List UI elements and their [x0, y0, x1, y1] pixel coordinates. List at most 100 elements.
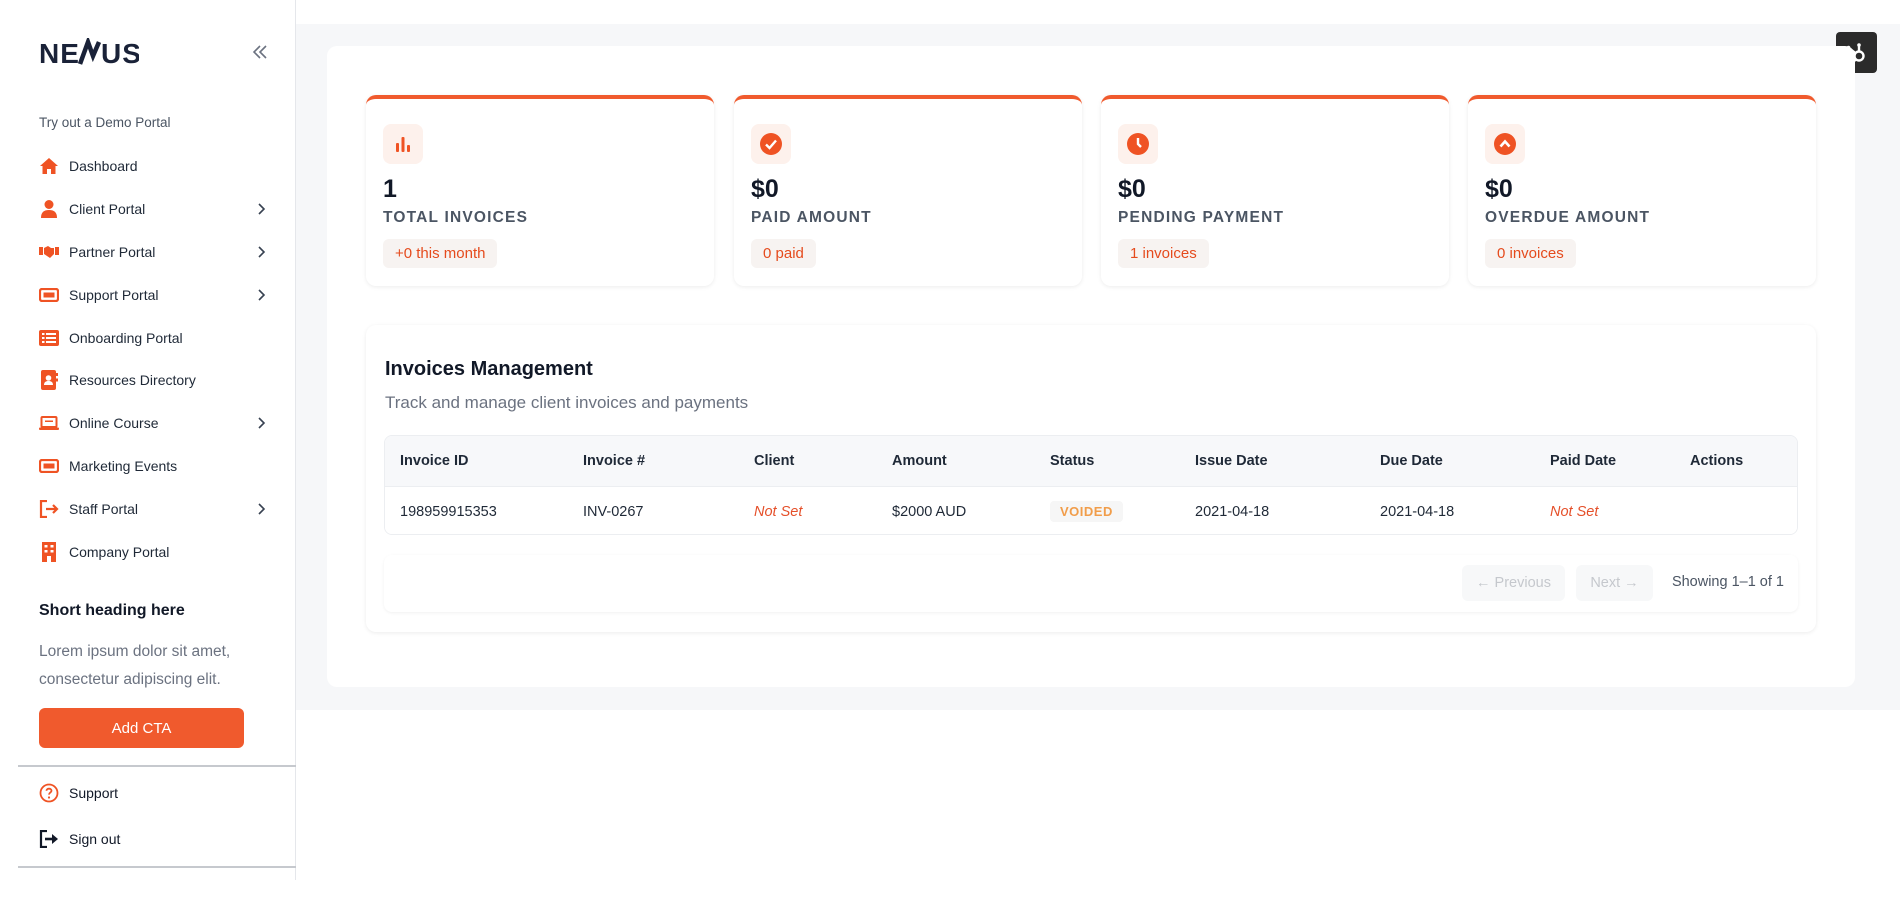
sidebar-item-marketing-events[interactable]: Marketing Events	[39, 445, 269, 488]
check-circle-icon	[751, 124, 791, 164]
support-link[interactable]: Support	[39, 782, 118, 804]
chevron-up-circle-icon	[1485, 124, 1525, 164]
bar-chart-icon	[383, 124, 423, 164]
sidebar-item-company-portal[interactable]: Company Portal	[39, 530, 269, 573]
help-circle-icon	[39, 783, 59, 803]
chevron-right-icon	[253, 201, 269, 217]
pagination: ← Previous Next → Showing 1–1 of 1	[384, 555, 1798, 612]
column-header-issue-date[interactable]: Issue Date	[1195, 453, 1268, 469]
address-book-icon	[39, 370, 59, 391]
stat-label: PENDING PAYMENT	[1118, 209, 1285, 226]
sidebar-item-client-portal[interactable]: Client Portal	[39, 188, 269, 231]
column-header-status[interactable]: Status	[1050, 453, 1094, 469]
stat-label: PAID AMOUNT	[751, 209, 872, 226]
sidebar-item-label: Staff Portal	[69, 500, 139, 517]
stat-badge: 1 invoices	[1118, 239, 1209, 268]
list-icon	[39, 328, 59, 348]
next-page-button[interactable]: Next →	[1576, 565, 1653, 601]
sidebar-item-staff-portal[interactable]: Staff Portal	[39, 487, 269, 530]
sign-out-label: Sign out	[69, 831, 121, 847]
column-header-due-date[interactable]: Due Date	[1380, 453, 1443, 469]
sidebar-item-label: Company Portal	[69, 543, 170, 560]
promo-heading: Short heading here	[39, 602, 185, 619]
sidebar-item-label: Online Course	[69, 415, 159, 432]
sidebar-nav: Dashboard Client Portal Partner Portal S…	[39, 145, 269, 573]
chevron-right-icon	[253, 287, 269, 303]
previous-page-button[interactable]: ← Previous	[1462, 565, 1565, 601]
stat-badge: 0 paid	[751, 239, 816, 268]
sidebar-item-label: Partner Portal	[69, 243, 156, 260]
home-icon	[39, 156, 59, 176]
cell-client: Not Set	[754, 503, 803, 520]
stat-label: TOTAL INVOICES	[383, 209, 529, 226]
laptop-icon	[39, 413, 59, 433]
pagination-info: Showing 1–1 of 1	[1671, 574, 1784, 590]
sidebar-item-partner-portal[interactable]: Partner Portal	[39, 231, 269, 274]
stat-badge: 0 invoices	[1485, 239, 1576, 268]
sidebar-item-label: Support Portal	[69, 286, 159, 303]
user-icon	[39, 199, 59, 219]
brand-logo[interactable]: NE US	[39, 38, 139, 68]
cell-issue-date: 2021-04-18	[1195, 503, 1270, 520]
sidebar: NE US Try out a Demo Portal Dashboard Cl…	[0, 0, 296, 880]
sidebar-item-onboarding-portal[interactable]: Onboarding Portal	[39, 316, 269, 359]
cell-amount: $2000 AUD	[892, 503, 967, 520]
sidebar-item-label: Marketing Events	[69, 457, 178, 474]
sidebar-item-dashboard[interactable]: Dashboard	[39, 145, 269, 188]
sidebar-divider	[18, 765, 296, 767]
column-header-actions: Actions	[1690, 453, 1744, 469]
invoices-management-card: Invoices Management Track and manage cli…	[366, 325, 1816, 632]
collapse-sidebar-icon[interactable]	[250, 42, 270, 62]
invoices-table: Invoice ID Invoice # Client Amount Statu…	[384, 435, 1798, 535]
invoices-subtitle: Track and manage client invoices and pay…	[385, 393, 749, 412]
sidebar-item-label: Client Portal	[69, 201, 146, 218]
stat-card-overdue-amount: $0 OVERDUE AMOUNT 0 invoices	[1468, 95, 1816, 286]
clock-icon	[1118, 124, 1158, 164]
building-icon	[39, 541, 59, 562]
stat-card-total-invoices: 1 TOTAL INVOICES +0 this month	[366, 95, 714, 286]
demo-portal-label: Try out a Demo Portal	[39, 115, 171, 130]
svg-text:NE: NE	[39, 38, 80, 68]
cell-status: VOIDED	[1050, 500, 1123, 522]
table-row[interactable]: 198959915353 INV-0267 Not Set $2000 AUD …	[385, 487, 1797, 534]
status-badge: VOIDED	[1050, 500, 1123, 522]
table-header: Invoice ID Invoice # Client Amount Statu…	[385, 436, 1797, 487]
column-header-invoice-id[interactable]: Invoice ID	[400, 453, 469, 469]
stat-value: $0	[1118, 175, 1146, 203]
ticket-icon	[39, 456, 59, 476]
stat-value: $0	[751, 175, 779, 203]
stat-card-pending-payment: $0 PENDING PAYMENT 1 invoices	[1101, 95, 1449, 286]
sidebar-item-label: Resources Directory	[69, 372, 196, 389]
sign-out-icon	[39, 829, 59, 849]
sidebar-item-online-course[interactable]: Online Course	[39, 402, 269, 445]
handshake-icon	[39, 242, 59, 262]
sidebar-item-label: Dashboard	[69, 158, 138, 175]
invoices-title: Invoices Management	[385, 358, 593, 380]
door-arrow-icon	[39, 499, 59, 519]
chevron-right-icon	[253, 415, 269, 431]
column-header-client[interactable]: Client	[754, 453, 794, 469]
cell-paid-date: Not Set	[1550, 503, 1599, 520]
stat-value: $0	[1485, 175, 1513, 203]
chevron-right-icon	[253, 244, 269, 260]
cell-invoice-number: INV-0267	[583, 503, 644, 520]
sidebar-divider	[18, 866, 296, 868]
sidebar-item-label: Onboarding Portal	[69, 329, 183, 346]
add-cta-button[interactable]: Add CTA	[39, 708, 244, 748]
promo-text: Lorem ipsum dolor sit amet, consectetur …	[39, 643, 231, 688]
column-header-paid-date[interactable]: Paid Date	[1550, 453, 1616, 469]
stat-card-paid-amount: $0 PAID AMOUNT 0 paid	[734, 95, 1082, 286]
svg-text:US: US	[101, 38, 139, 68]
chevron-right-icon	[253, 501, 269, 517]
cell-due-date: 2021-04-18	[1380, 503, 1455, 520]
column-header-amount[interactable]: Amount	[892, 453, 947, 469]
sign-out-link[interactable]: Sign out	[39, 828, 120, 850]
cell-invoice-id: 198959915353	[400, 503, 497, 520]
stat-label: OVERDUE AMOUNT	[1485, 209, 1651, 226]
column-header-invoice-number[interactable]: Invoice #	[583, 453, 645, 469]
stat-badge: +0 this month	[383, 239, 498, 268]
sidebar-item-resources-directory[interactable]: Resources Directory	[39, 359, 269, 402]
stat-value: 1	[383, 175, 397, 203]
ticket-icon	[39, 285, 59, 305]
sidebar-item-support-portal[interactable]: Support Portal	[39, 273, 269, 316]
